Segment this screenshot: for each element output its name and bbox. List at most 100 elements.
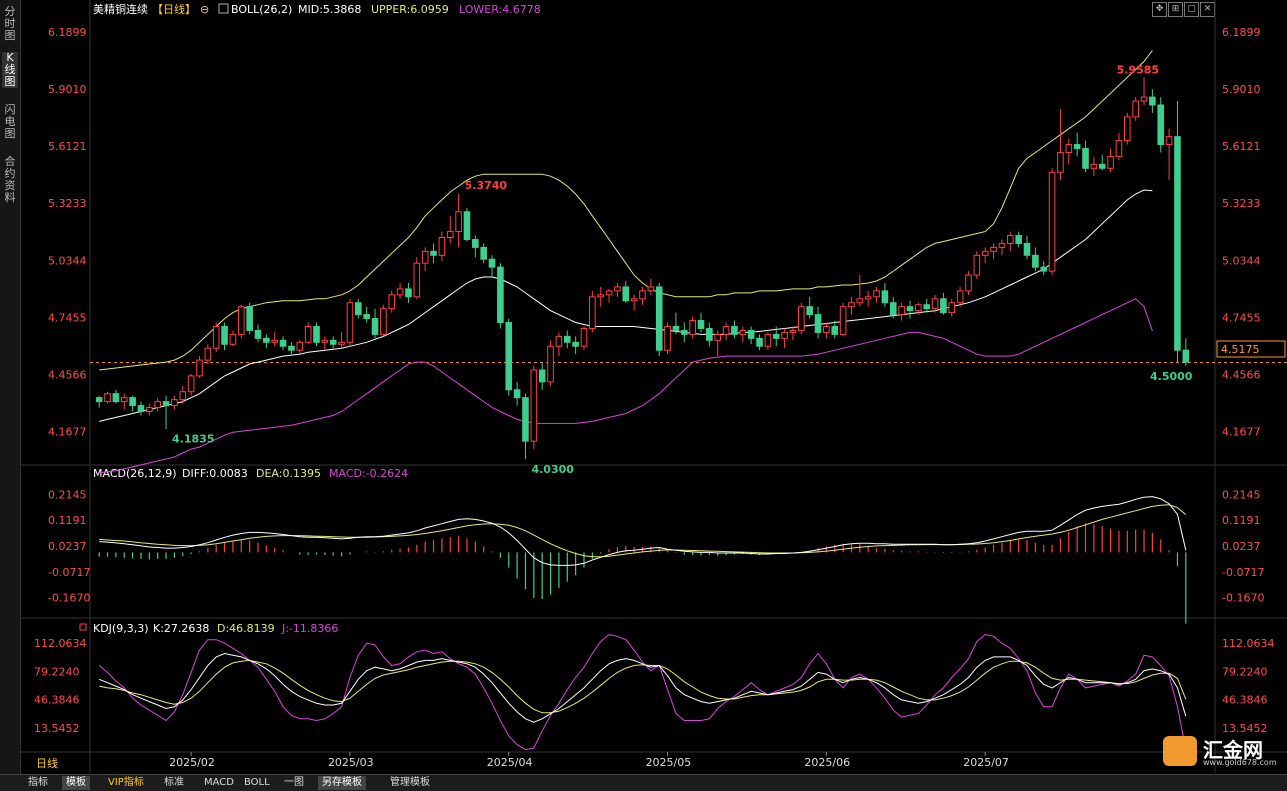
- candle-body: [915, 304, 922, 312]
- candle-body: [538, 369, 546, 383]
- price-extreme-label: 4.0300: [531, 463, 574, 476]
- save-template-button[interactable]: 另存模板: [318, 776, 366, 790]
- tab-boll[interactable]: BOLL: [240, 776, 274, 790]
- candle-body: [580, 327, 588, 347]
- kdj-axis: 112.0634 112.0634 79.2240 79.2240 46.3846 46.…: [34, 637, 1275, 735]
- price-extreme-label: 4.5000: [1150, 370, 1193, 383]
- candle-body: [898, 306, 905, 316]
- candle-body: [639, 290, 646, 300]
- macd-value: MACD:-0.2624: [329, 467, 408, 480]
- candle-body: [179, 391, 187, 401]
- manage-template-button[interactable]: 管理模板: [386, 776, 434, 790]
- candle-body: [555, 335, 563, 347]
- candle-body: [321, 339, 329, 343]
- candle-body: [162, 401, 170, 407]
- tab-indicator[interactable]: 指标: [24, 776, 52, 790]
- candle-body: [497, 266, 504, 324]
- date-tick-label: 2025/06: [804, 756, 850, 769]
- candle-body: [120, 397, 128, 403]
- candle-body: [614, 286, 621, 292]
- macd-tick-right: 0.0237: [1222, 540, 1261, 553]
- candle-body: [455, 211, 462, 233]
- tab-template[interactable]: 模板: [62, 776, 90, 790]
- boll-lower-line: [99, 298, 1153, 474]
- candle-body: [672, 325, 680, 331]
- candle-body: [1082, 148, 1089, 169]
- candle-body: [388, 294, 396, 310]
- candle-body: [823, 325, 830, 333]
- candle-body: [831, 325, 839, 335]
- candle-body: [781, 331, 788, 339]
- candle-body: [154, 401, 161, 409]
- price-tick-left: 4.7455: [48, 311, 87, 324]
- candle-body: [146, 407, 153, 412]
- macd-diff-line: [99, 496, 1187, 566]
- candle-body: [1040, 266, 1048, 272]
- candle-body: [296, 341, 304, 351]
- price-axis: 6.1899 6.1899 5.9010 5.9010 5.6121 5.6121 5.32…: [48, 26, 1287, 439]
- macd-axis: 0.2145 0.2145 0.1191 0.1191 0.0237 0.0237 -0.0…: [48, 488, 1264, 604]
- date-tick-label: 2025/04: [487, 756, 533, 769]
- macd-tick-left: 0.2145: [48, 488, 87, 501]
- price-tick-left: 4.4566: [48, 369, 87, 382]
- price-tick-left: 5.6121: [48, 140, 87, 153]
- candle-body: [873, 290, 880, 298]
- candle-body: [1149, 96, 1156, 106]
- candle-body: [522, 397, 529, 442]
- candle-body: [488, 258, 496, 268]
- price-tick-right: 4.4566: [1222, 369, 1261, 382]
- candle-body: [505, 322, 513, 391]
- candle-body: [1174, 136, 1181, 351]
- price-extreme-label: 4.1835: [172, 433, 214, 446]
- macd-tick-left: 0.1191: [48, 514, 87, 527]
- date-axis: 2025/02 2025/03 2025/04 2025/05 2025/06 2025/…: [169, 752, 1009, 769]
- candle-body: [806, 306, 813, 316]
- candle-body: [706, 327, 713, 341]
- candle-body: [313, 325, 320, 343]
- candle-body: [864, 296, 872, 300]
- candle-body: [889, 302, 897, 316]
- candle-body: [731, 325, 738, 335]
- price-tick-right: 5.3233: [1222, 197, 1261, 210]
- candle-body: [856, 298, 864, 304]
- last-price-label: 4.5175: [1221, 343, 1260, 356]
- macd-tick-right: 0.2145: [1222, 488, 1261, 501]
- candle-body: [530, 369, 538, 442]
- candle-body: [931, 298, 939, 310]
- kdj-tick-left: 112.0634: [34, 637, 87, 650]
- tab-macd[interactable]: MACD: [200, 776, 238, 790]
- candle-body: [547, 345, 554, 383]
- candle-body: [380, 308, 387, 335]
- candle-body: [271, 339, 279, 343]
- candle-body: [1032, 254, 1039, 268]
- candle-body: [396, 288, 404, 296]
- candle-body: [605, 290, 613, 296]
- period-tab[interactable]: 日线: [36, 756, 58, 770]
- tab-standard[interactable]: 标准: [160, 776, 188, 790]
- tab-one-chart[interactable]: 一图: [280, 776, 308, 790]
- candle-body: [237, 306, 245, 335]
- kdj-tick-right: 112.0634: [1222, 637, 1275, 650]
- candle-body: [513, 389, 521, 399]
- settings-icon[interactable]: ⊖: [200, 3, 209, 16]
- boll-lower: LOWER:4.6778: [459, 3, 541, 16]
- candle-body: [196, 359, 203, 377]
- date-tick-label: 2025/07: [963, 756, 1009, 769]
- tab-vip-indicator[interactable]: VIP指标: [104, 776, 148, 790]
- price-tick-right: 4.1677: [1222, 426, 1261, 439]
- candle-body: [697, 320, 705, 329]
- kdj-plot: [98, 634, 1187, 751]
- candle-body: [956, 290, 964, 304]
- macd-tick-left: -0.0717: [48, 566, 90, 579]
- candle-body: [254, 329, 262, 339]
- candle-body: [747, 329, 755, 339]
- indicator-select-icon[interactable]: [218, 3, 229, 14]
- candle-body: [1023, 242, 1031, 256]
- price-annotations: 4.1835 5.3740 4.0300 5.9585 4.5000: [172, 64, 1193, 476]
- macd-tick-right: -0.1670: [1222, 592, 1264, 605]
- candle-body: [998, 242, 1006, 248]
- candle-body: [722, 325, 730, 335]
- logo-mark-icon: [1163, 736, 1197, 766]
- candle-body: [137, 405, 145, 412]
- macd-tick-left: -0.1670: [48, 592, 90, 605]
